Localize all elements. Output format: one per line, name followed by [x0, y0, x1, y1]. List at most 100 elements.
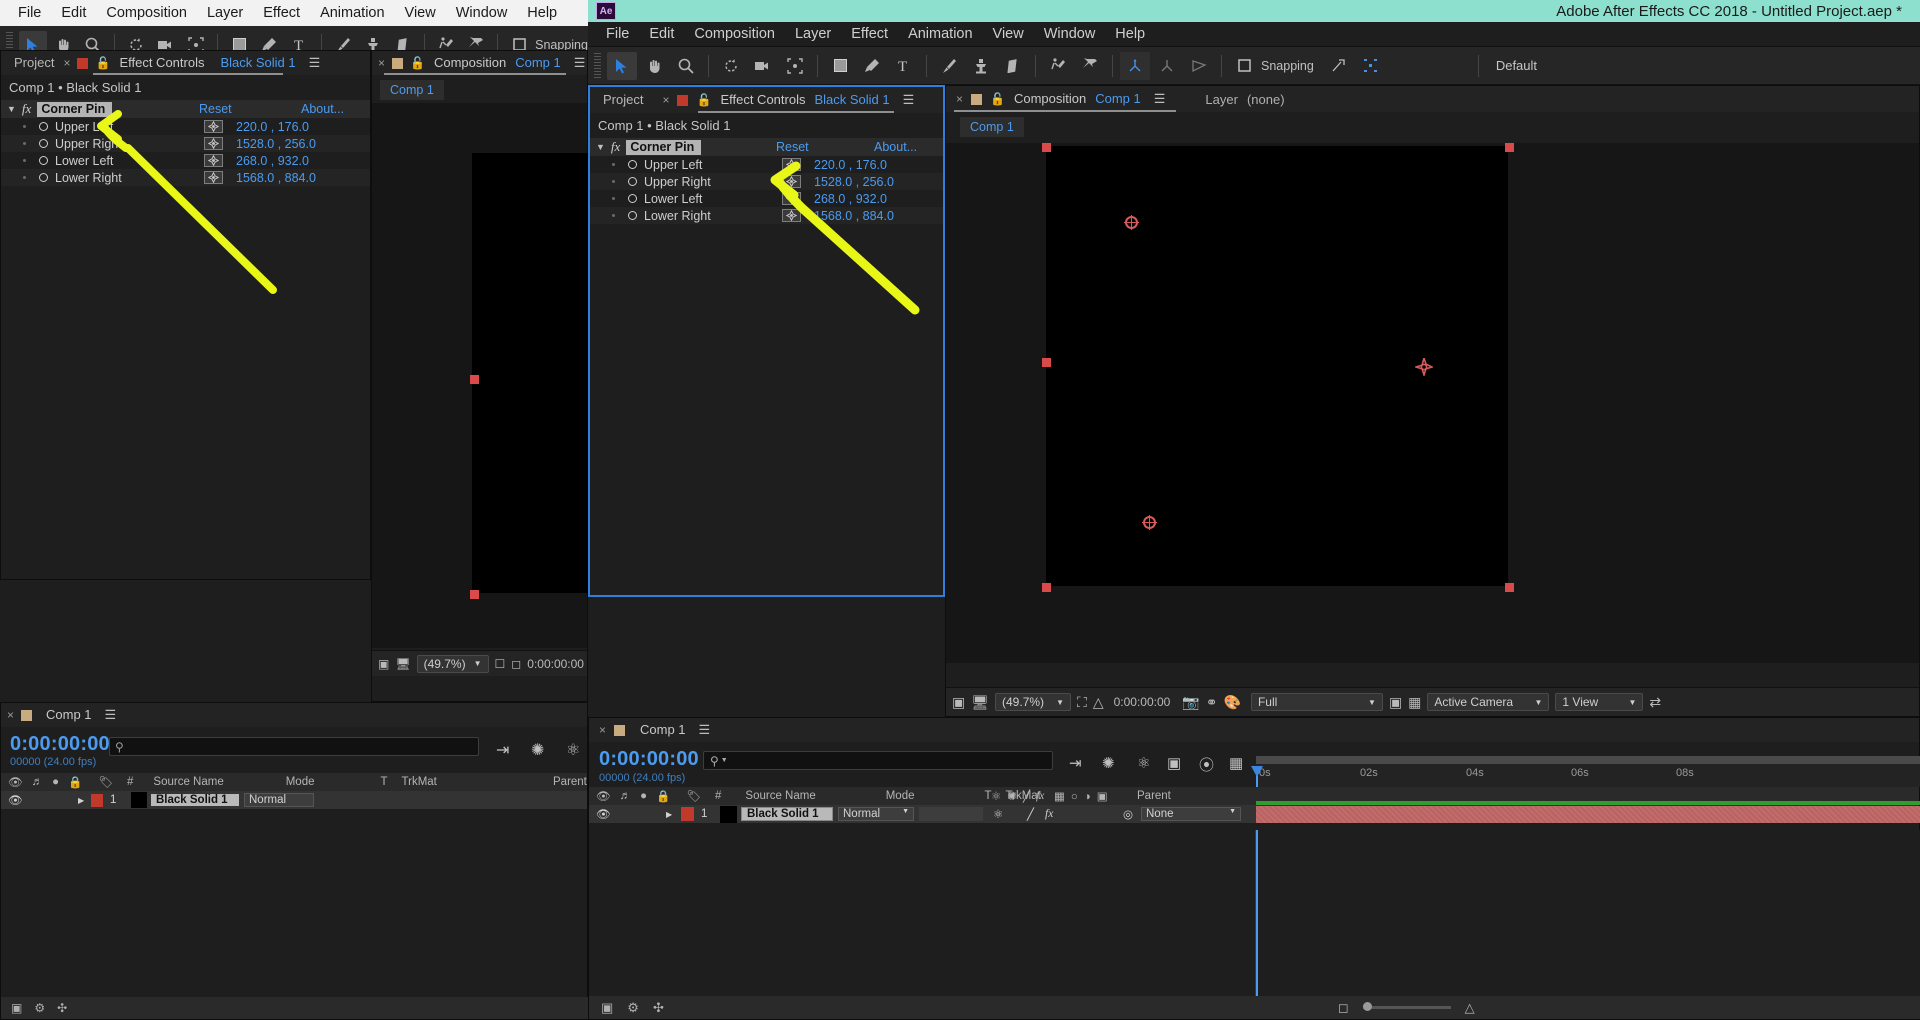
view-layout-select[interactable]: 1 View ▼: [1555, 693, 1644, 711]
world-axis-mode-icon[interactable]: [1152, 52, 1182, 80]
menu-bar[interactable]: File Edit Composition Layer Effect Anima…: [588, 22, 1920, 47]
always-preview-icon[interactable]: ▣: [952, 694, 965, 711]
pin-position-button[interactable]: [782, 158, 801, 171]
panel-menu-icon[interactable]: ☰: [574, 55, 586, 71]
workspace-label[interactable]: Default: [1496, 58, 1537, 73]
menu-item-view[interactable]: View: [983, 26, 1034, 42]
comp-stage[interactable]: [1046, 146, 1508, 586]
layer-mode-select[interactable]: Normal: [244, 793, 314, 807]
close-icon[interactable]: ×: [956, 92, 963, 106]
effect-controls-tabs[interactable]: Project × 🔓 Effect Controls Black Solid …: [590, 87, 943, 113]
stopwatch-icon[interactable]: [39, 173, 48, 182]
timeline-layer-row-background[interactable]: 👁 ▶ 1 Black Solid 1 Normal: [1, 791, 587, 809]
comp-viewer-toolbar-background[interactable]: ▣ 🖥 (49.7%) ▼ ☐ ◻ 0:00:00:00: [372, 650, 587, 676]
chevron-down-icon[interactable]: ▼: [474, 659, 482, 668]
menu-item-animation[interactable]: Animation: [898, 26, 982, 42]
solo-icon[interactable]: ●: [640, 790, 647, 802]
video-icon[interactable]: 👁: [596, 789, 611, 803]
brush-tool[interactable]: [934, 52, 964, 80]
effect-header-row-background[interactable]: ▼ fx Corner Pin Reset About...: [1, 100, 370, 118]
snapping-points-icon[interactable]: [1356, 52, 1386, 80]
menu-item-composition[interactable]: Composition: [684, 26, 785, 42]
current-time-background[interactable]: 0:00:00:00: [10, 733, 110, 756]
graph-editor-toggle-icon[interactable]: ⚙: [627, 1000, 639, 1016]
pan-behind-tool[interactable]: [780, 52, 810, 80]
property-row-lower-right-background[interactable]: Lower Right 1568.0 , 884.0: [1, 169, 370, 186]
lock-icon[interactable]: 🔓: [95, 56, 110, 70]
resolution-select[interactable]: Full ▼: [1250, 693, 1383, 711]
hide-shy-layers-icon[interactable]: ⚛: [566, 740, 580, 760]
stopwatch-icon[interactable]: [39, 156, 48, 165]
composition-tabs-background[interactable]: × 🔓 Composition Comp 1 ☰: [372, 51, 587, 75]
transparency-grid-icon[interactable]: △: [1093, 694, 1104, 711]
lock-icon[interactable]: 🔓: [696, 93, 711, 107]
menu-item-edit[interactable]: Edit: [639, 26, 684, 42]
disclosure-triangle-icon[interactable]: ▼: [7, 104, 16, 114]
menu-item-file[interactable]: File: [8, 5, 51, 21]
corner-handle-top-left[interactable]: [1042, 143, 1051, 152]
close-icon[interactable]: ×: [378, 56, 385, 70]
motion-blur-icon[interactable]: ✣: [57, 1001, 67, 1015]
shape-tool[interactable]: [825, 52, 855, 80]
camera-view-select[interactable]: Active Camera ▼: [1427, 693, 1550, 711]
stopwatch-icon[interactable]: [628, 194, 637, 203]
lock-icon[interactable]: 🔓: [410, 56, 425, 70]
anchor-point-icon[interactable]: [1413, 355, 1435, 378]
layer-mode-select[interactable]: Normal ▼: [838, 807, 914, 821]
lock-icon[interactable]: 🔓: [990, 92, 1005, 106]
tab-effect-controls[interactable]: Effect Controls: [112, 52, 211, 74]
menu-item-effect[interactable]: Effect: [841, 26, 898, 42]
toggle-views-icon[interactable]: ▣: [378, 657, 389, 671]
work-area-bar[interactable]: [1256, 756, 1920, 764]
about-link-background[interactable]: About...: [301, 102, 344, 116]
tab-effect-controls-target[interactable]: Black Solid 1: [213, 52, 302, 74]
property-value[interactable]: 268.0 , 932.0: [236, 154, 309, 168]
timeline-search[interactable]: ⚲ ▼: [703, 751, 1053, 770]
stopwatch-icon[interactable]: [628, 160, 637, 169]
chevron-down-icon[interactable]: ▼: [1368, 698, 1376, 707]
rotation-tool[interactable]: [716, 52, 746, 80]
tab-composition-name[interactable]: Comp 1: [1095, 88, 1148, 110]
lock-icon[interactable]: 🔒: [656, 789, 670, 803]
audio-icon[interactable]: ♬: [620, 790, 632, 802]
property-row-upper-right-background[interactable]: Upper Right 1528.0 , 256.0: [1, 135, 370, 152]
pin-position-button[interactable]: [782, 192, 801, 205]
comp-viewer-area-background[interactable]: [372, 103, 602, 648]
zoom-tool[interactable]: [671, 52, 701, 80]
menu-item-window[interactable]: Window: [446, 5, 518, 21]
effect-header-row[interactable]: ▼ fx Corner Pin Reset About...: [590, 138, 943, 156]
timeline-bottom-bar[interactable]: ▣ ⚙ ✣ ◻ △: [589, 996, 1920, 1019]
menu-item-help[interactable]: Help: [517, 5, 567, 21]
layer-trkmat-box[interactable]: [919, 807, 983, 821]
grid-icon[interactable]: ◻: [511, 657, 521, 671]
toggle-switches-modes-icon[interactable]: ▣: [11, 1001, 22, 1015]
stopwatch-icon[interactable]: [39, 122, 48, 131]
stopwatch-icon[interactable]: [628, 177, 637, 186]
video-toggle-icon[interactable]: 👁: [8, 793, 23, 807]
tab-project[interactable]: Project: [596, 89, 650, 111]
layer-bar[interactable]: [1256, 806, 1920, 823]
toolbar-grip[interactable]: [594, 52, 601, 79]
zoom-select-background[interactable]: (49.7%) ▼: [416, 654, 489, 673]
corner-handle-bottom-left[interactable]: [1042, 583, 1051, 592]
disclosure-triangle-icon[interactable]: ▼: [596, 142, 605, 152]
property-row-upper-right[interactable]: Upper Right 1528.0 , 256.0: [590, 173, 943, 190]
property-value[interactable]: 1568.0 , 884.0: [236, 171, 316, 185]
layer-parent-pickwhip-icon[interactable]: ◎: [1123, 807, 1133, 821]
layer-label-swatch[interactable]: [91, 793, 103, 807]
corner-pin-target-lower-left[interactable]: [1142, 515, 1157, 530]
chevron-down-icon[interactable]: ▼: [902, 808, 909, 820]
pen-tool[interactable]: [857, 52, 887, 80]
tab-effect-controls-target[interactable]: Black Solid 1: [814, 89, 896, 111]
zoom-select[interactable]: (49.7%) ▼: [995, 693, 1072, 711]
hand-tool[interactable]: [639, 52, 669, 80]
title-bar[interactable]: Ae Adobe After Effects CC 2018 - Untitle…: [588, 0, 1920, 22]
show-snapshot-icon[interactable]: ⚭: [1206, 694, 1218, 711]
reset-link-background[interactable]: Reset: [199, 102, 232, 116]
layer-fx-icon[interactable]: fx: [1045, 808, 1053, 820]
pin-position-button[interactable]: [204, 120, 223, 133]
corner-pin-target-upper-left[interactable]: [1124, 215, 1139, 230]
solo-icon[interactable]: ●: [52, 776, 59, 788]
panel-menu-icon[interactable]: ☰: [309, 55, 321, 71]
effect-name[interactable]: Corner Pin: [626, 139, 702, 155]
